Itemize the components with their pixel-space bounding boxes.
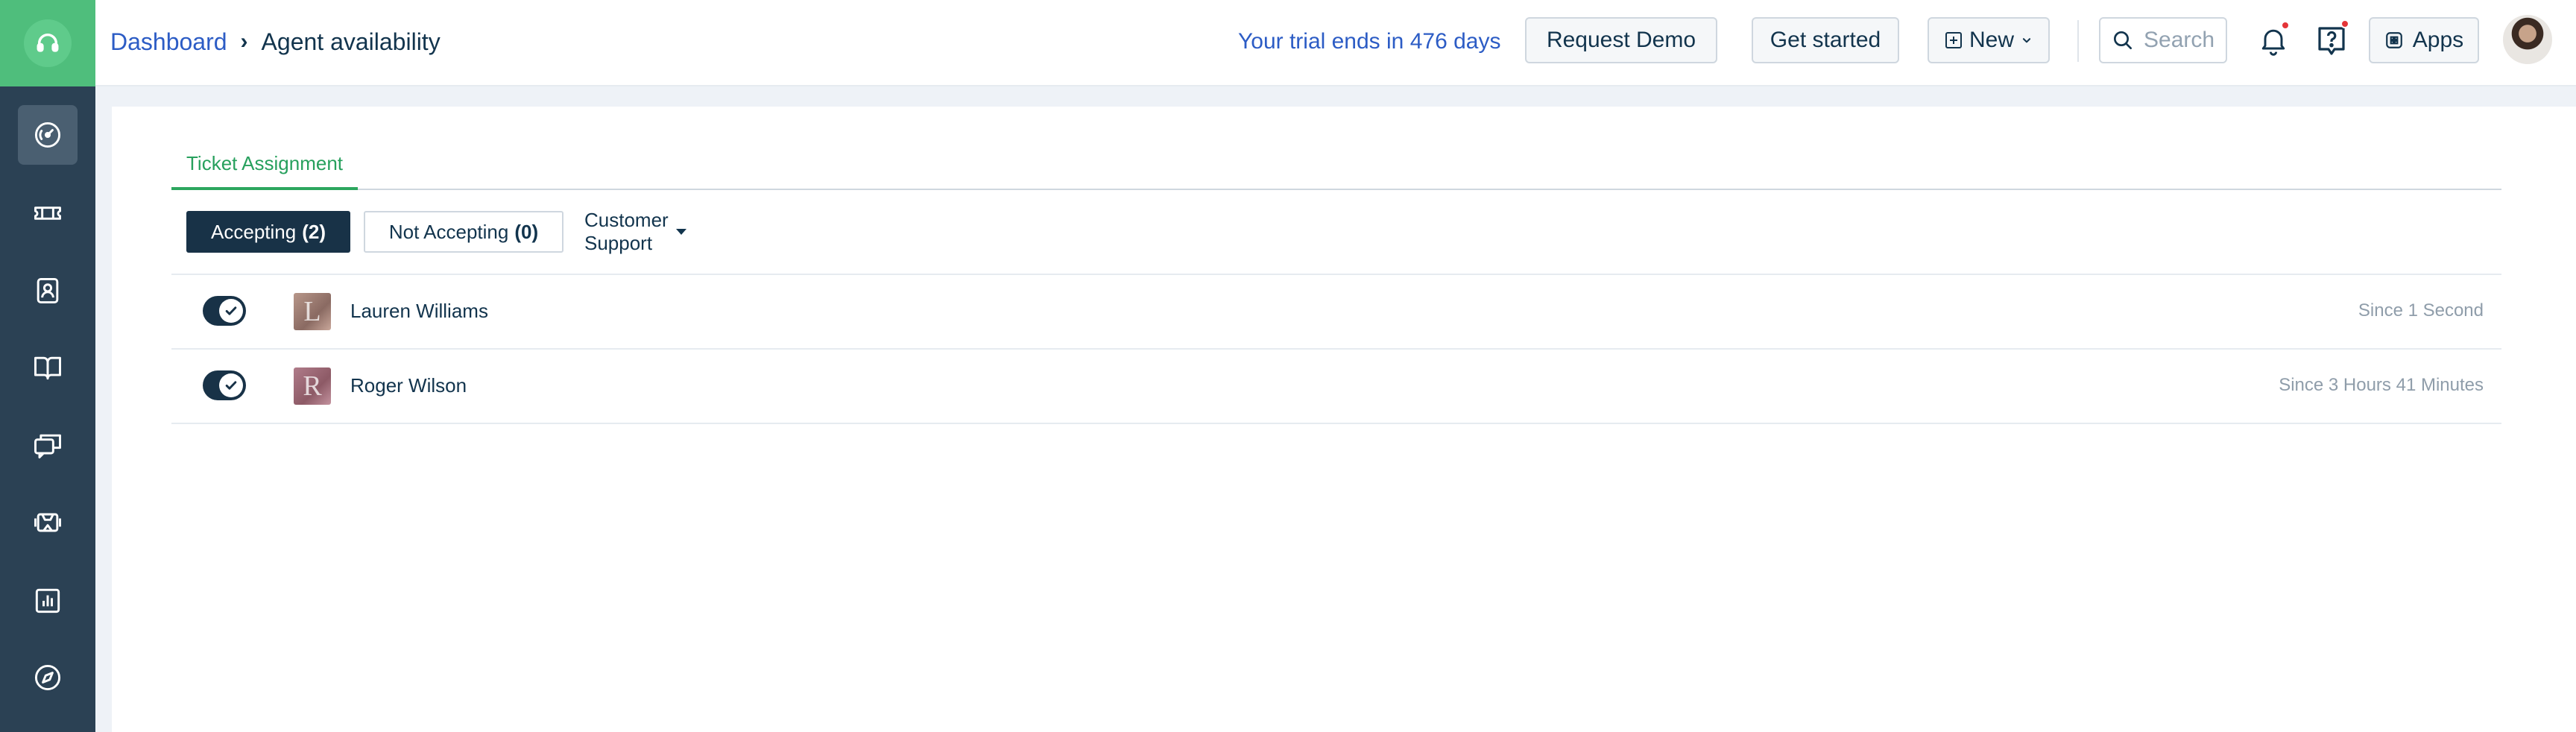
reports-icon [35, 588, 60, 613]
breadcrumb: Dashboard › Agent availability [110, 0, 441, 83]
group-dropdown-label: Customer Support [584, 209, 669, 254]
book-icon [34, 356, 61, 380]
group-dropdown[interactable]: Customer Support [584, 209, 686, 254]
dashboard-icon [34, 122, 61, 148]
chevron-down-icon [2022, 38, 2031, 43]
trial-notice[interactable]: Your trial ends in 476 days [1238, 0, 1500, 83]
agent-name: Roger Wilson [350, 373, 467, 397]
tab-ticket-assignment[interactable]: Ticket Assignment [171, 139, 359, 190]
sidebar-item-bots[interactable] [18, 493, 78, 552]
toggle-knob [219, 373, 243, 397]
accepting-label: Accepting [211, 220, 297, 243]
check-icon [225, 306, 237, 315]
robot-icon [34, 513, 61, 532]
chevron-right-icon: › [240, 29, 248, 54]
availability-since: Since 3 Hours 41 Minutes [2279, 375, 2484, 395]
app-logo[interactable] [0, 0, 95, 86]
sidebar-item-reports[interactable] [18, 571, 78, 631]
agent-row: R Roger Wilson Since 3 Hours 41 Minutes [171, 350, 2501, 424]
availability-since: Since 1 Second [2358, 300, 2484, 321]
apps-button[interactable]: Apps [2369, 17, 2479, 63]
user-avatar[interactable] [2503, 15, 2552, 64]
sidebar-item-admin[interactable] [18, 648, 78, 707]
new-button-label: New [1969, 28, 2014, 52]
top-bar: Dashboard › Agent availability Your tria… [95, 0, 2576, 86]
get-started-button[interactable]: Get started [1752, 17, 1899, 63]
agent-name: Lauren Williams [350, 299, 488, 322]
contact-icon [37, 277, 59, 304]
help-button[interactable] [2311, 19, 2352, 61]
toggle-knob [219, 299, 243, 323]
availability-toggle[interactable] [203, 296, 246, 326]
plus-square-icon [1945, 32, 1962, 48]
search-placeholder: Search [2144, 28, 2215, 52]
sidebar-item-tickets[interactable] [18, 183, 78, 243]
agent-avatar: R [294, 367, 331, 405]
breadcrumb-dashboard-link[interactable]: Dashboard [110, 28, 227, 56]
agent-row: L Lauren Williams Since 1 Second [171, 275, 2501, 350]
sidebar-item-dashboard[interactable] [18, 105, 78, 165]
not-accepting-count: (0) [514, 220, 539, 243]
accepting-filter-button[interactable]: Accepting (2) [186, 211, 350, 253]
not-accepting-label: Not Accepting [388, 220, 509, 243]
search-input[interactable]: Search [2099, 17, 2227, 63]
notification-dot [2281, 21, 2290, 30]
availability-toggle[interactable] [203, 370, 246, 400]
search-icon [2114, 31, 2132, 49]
chat-icon [34, 434, 61, 458]
sidebar-item-knowledge[interactable] [18, 338, 78, 397]
agent-availability-panel: Ticket Assignment Accepting (2) Not Acce… [112, 107, 2576, 732]
request-demo-button[interactable]: Request Demo [1525, 17, 1717, 63]
sidebar [0, 0, 95, 732]
sidebar-item-contacts[interactable] [18, 261, 78, 321]
not-accepting-filter-button[interactable]: Not Accepting (0) [364, 211, 564, 253]
check-icon [225, 381, 237, 390]
notifications-button[interactable] [2253, 19, 2294, 61]
divider [2077, 20, 2079, 62]
sidebar-item-conversations[interactable] [18, 415, 78, 475]
compass-icon [34, 664, 61, 691]
accepting-count: (2) [302, 220, 326, 243]
apps-icon [2385, 32, 2402, 48]
agent-avatar: L [294, 293, 331, 330]
apps-label: Apps [2412, 28, 2464, 52]
caret-down-icon [675, 229, 686, 235]
headset-icon [24, 19, 72, 67]
new-button[interactable]: New [1928, 17, 2050, 63]
help-dot [2340, 19, 2349, 28]
ticket-icon [34, 206, 61, 220]
agent-list: L Lauren Williams Since 1 Second R Roger… [171, 274, 2501, 424]
tab-bar: Ticket Assignment [171, 139, 2501, 190]
page-title: Agent availability [261, 28, 441, 55]
